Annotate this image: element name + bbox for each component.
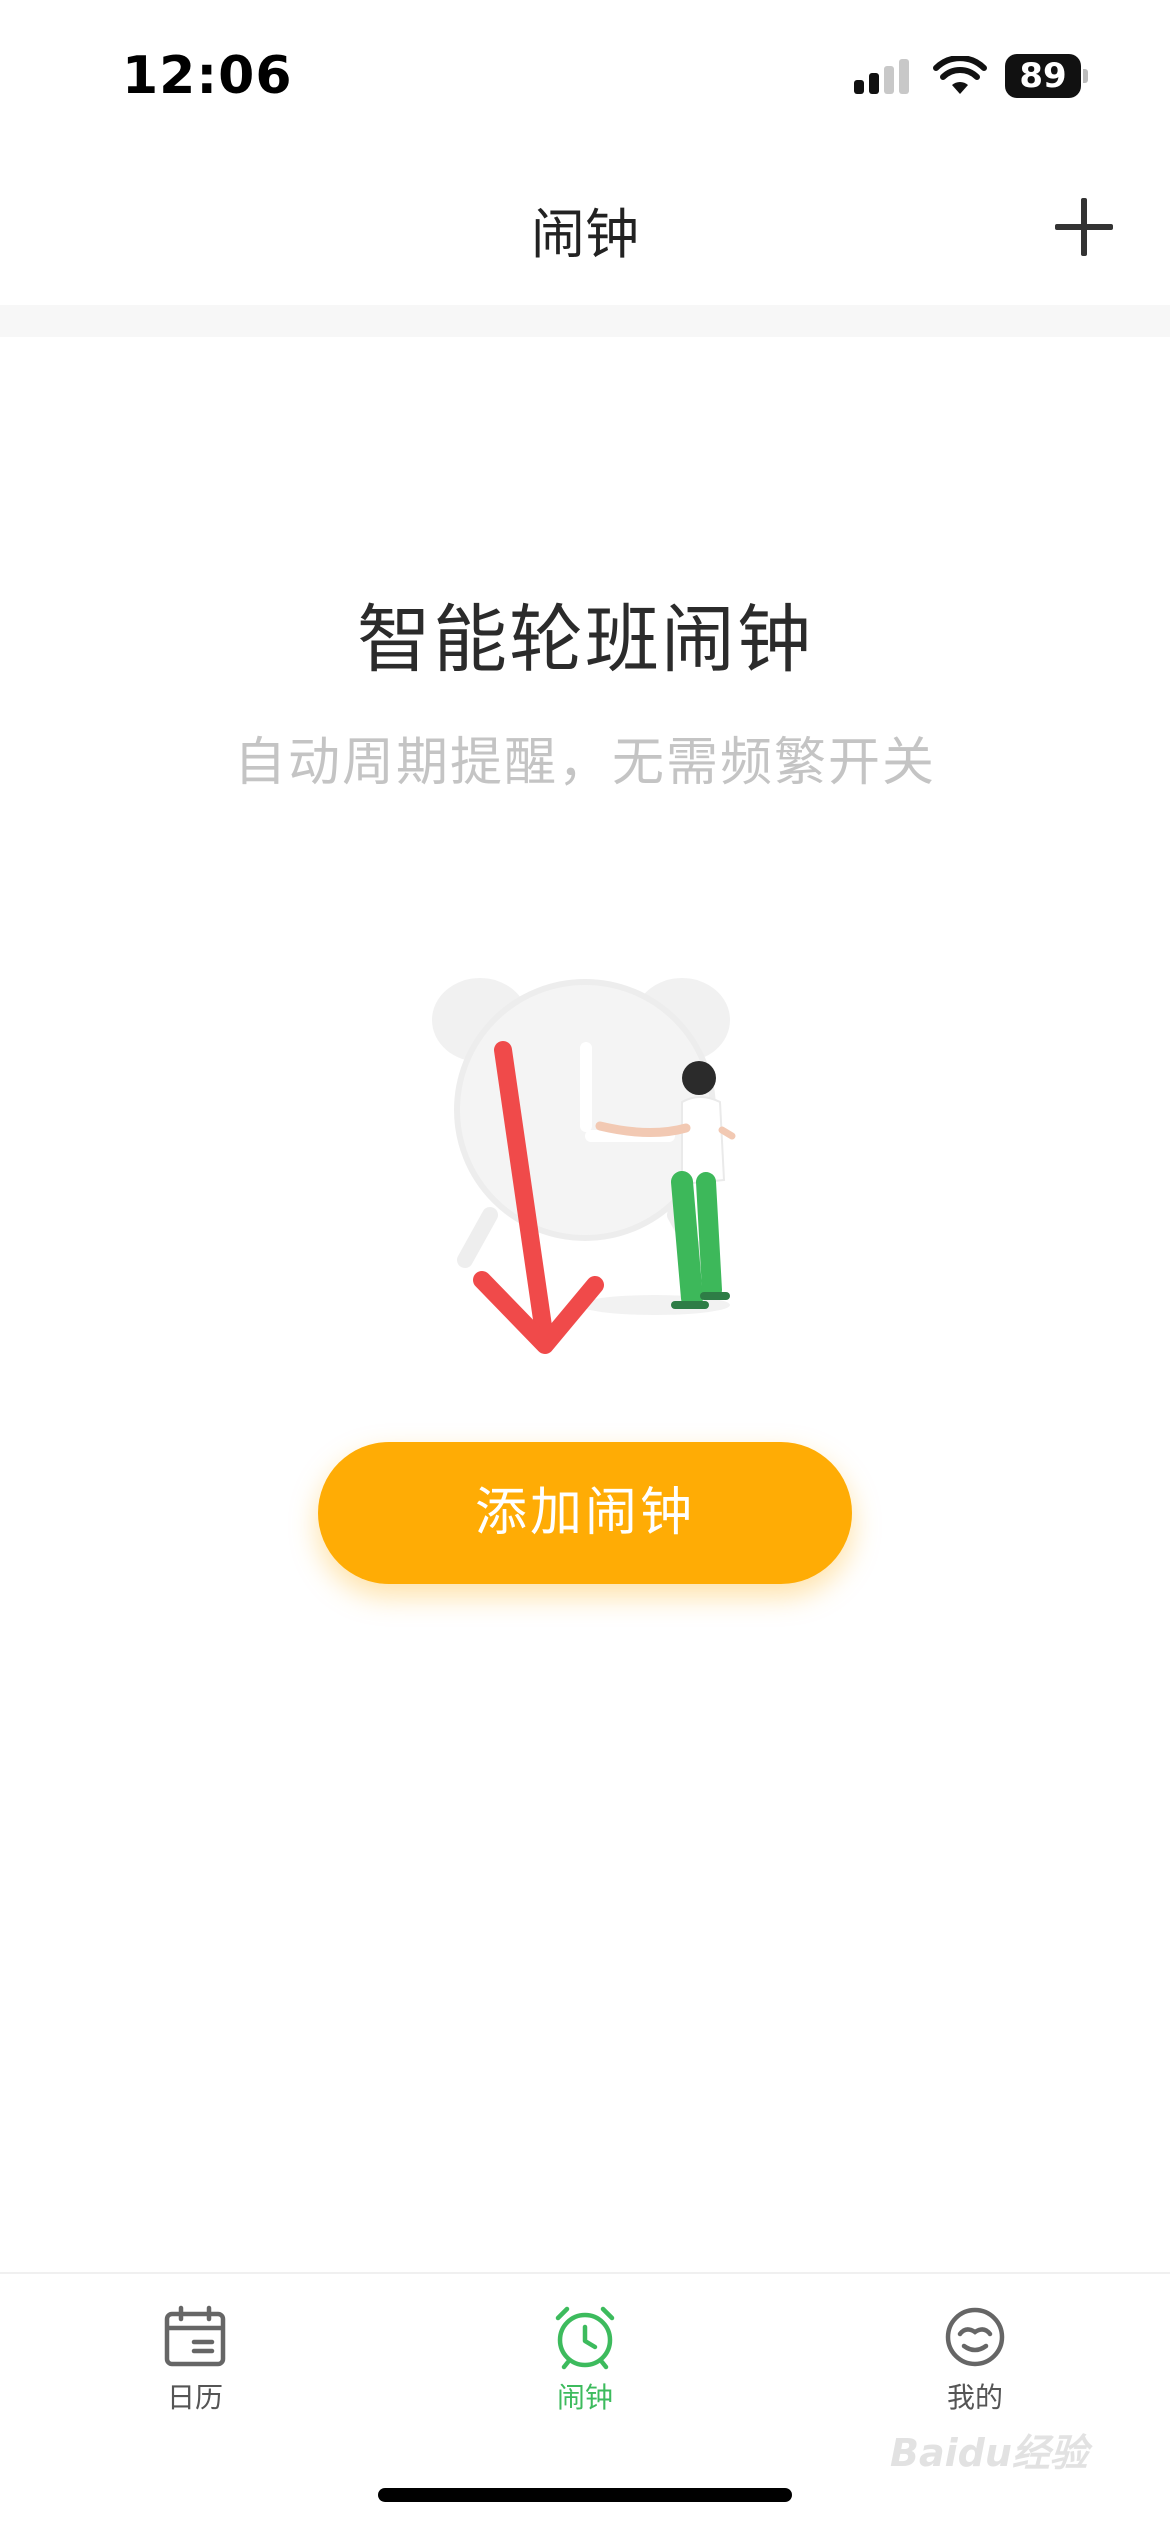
page-title: 闹钟 <box>531 203 639 266</box>
profile-face-icon <box>945 2307 1005 2367</box>
tab-alarm[interactable]: 闹钟 <box>485 2304 685 2454</box>
add-alarm-button-label: 添加闹钟 <box>474 1484 695 1542</box>
status-bar: 12:06 89 <box>0 0 1170 150</box>
status-time: 12:06 <box>122 46 293 106</box>
home-indicator <box>378 2488 792 2502</box>
wifi-icon <box>933 56 987 94</box>
battery-level: 89 <box>1019 56 1067 96</box>
battery-icon: 89 <box>1005 54 1088 98</box>
cellular-signal-icon <box>854 59 909 94</box>
plus-icon[interactable] <box>1055 198 1113 256</box>
nav-header: 闹钟 <box>0 150 1170 305</box>
tab-calendar[interactable]: 日历 <box>95 2304 295 2454</box>
calendar-icon <box>164 2305 226 2367</box>
empty-state-title: 智能轮班闹钟 <box>357 597 813 683</box>
watermark: Baidu经验 <box>890 2431 1088 2475</box>
header-divider <box>0 305 1170 337</box>
tab-mine-label: 我的 <box>946 2381 1003 2414</box>
tab-calendar-label: 日历 <box>166 2381 223 2414</box>
empty-state-subtitle: 自动周期提醒，无需频繁开关 <box>233 733 936 793</box>
red-down-arrow <box>473 1041 604 1354</box>
add-alarm-button[interactable]: 添加闹钟 <box>318 1442 852 1584</box>
tab-alarm-label: 闹钟 <box>556 2381 613 2414</box>
alarm-clock-icon <box>555 2306 615 2370</box>
